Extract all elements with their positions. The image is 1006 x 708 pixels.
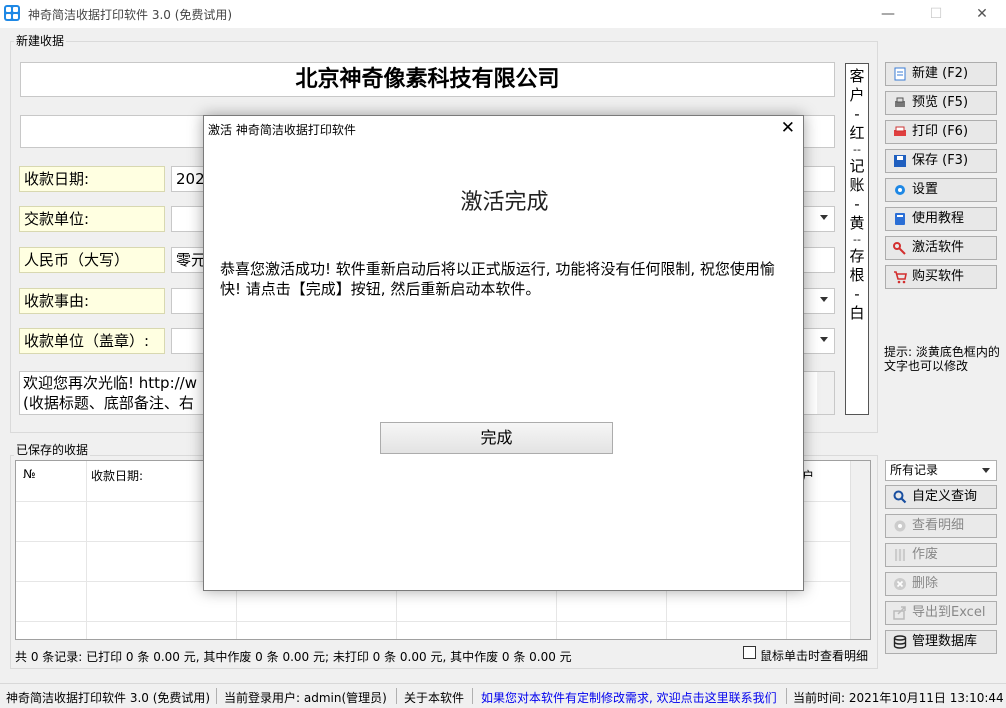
payer-label[interactable]: 交款单位: [19, 206, 165, 232]
strip-char: 根 [849, 266, 865, 284]
delete-label: 删除 [912, 576, 939, 591]
preview-icon [895, 97, 905, 107]
floppy-disk-icon [894, 155, 906, 167]
tutorial-button[interactable]: 使用教程 [885, 207, 997, 231]
status-bar: 神奇简洁收据打印软件 3.0 (免费试用) 当前登录用户: admin(管理员)… [0, 683, 1006, 708]
new-receipt-group-label: 新建收据 [14, 32, 67, 49]
new-document-icon [894, 67, 906, 81]
custom-query-label: 自定义查询 [912, 489, 978, 504]
dialog-close-icon[interactable]: ✕ [781, 119, 795, 137]
strip-char: 户 [849, 86, 865, 104]
gear-icon [895, 185, 905, 195]
records-filter-select[interactable]: 所有记录 [885, 460, 997, 481]
export-excel-button[interactable]: 导出到Excel [885, 601, 997, 625]
copy-type-strip: 客户 - 红 -- 记账 - 黄 -- 存根 - 白 [845, 63, 869, 415]
strip-char: -- [853, 233, 861, 246]
receiver-label[interactable]: 收款单位（盖章）: [19, 328, 165, 354]
export-excel-label: 导出到Excel [912, 605, 986, 620]
strip-char: 存 [849, 247, 865, 265]
window-title: 神奇简洁收据打印软件 3.0 (免费试用) [28, 8, 233, 22]
save-button[interactable]: 保存 (F3) [885, 149, 997, 173]
delete-button[interactable]: 删除 [885, 572, 997, 596]
chevron-down-icon [820, 297, 828, 302]
manage-database-button[interactable]: 管理数据库 [885, 630, 997, 654]
void-label: 作废 [912, 547, 939, 562]
click-view-checkbox[interactable] [743, 646, 756, 659]
activate-button[interactable]: 激活软件 [885, 236, 997, 260]
strip-char: 红 [849, 124, 865, 142]
dialog-message: 恭喜您激活成功! 软件重新启动后将以正式版运行, 功能将没有任何限制, 祝您使用… [220, 260, 775, 298]
print-button[interactable]: 打印 (F6) [885, 120, 997, 144]
database-icon [893, 635, 907, 649]
activate-button-label: 激活软件 [912, 240, 965, 255]
status-user: 当前登录用户: admin(管理员) [224, 691, 387, 705]
settings-button-label: 设置 [912, 182, 939, 197]
about-link[interactable]: 关于本软件 [404, 689, 464, 706]
hint-text: 提示: 淡黄底色框内的文字也可以修改 [884, 345, 1000, 373]
strip-char: -- [853, 143, 861, 156]
note-scrollbar[interactable] [817, 372, 834, 414]
chevron-down-icon [820, 337, 828, 342]
done-button[interactable]: 完成 [380, 422, 613, 454]
app-icon [4, 5, 20, 21]
rmb-label[interactable]: 人民币（大写） [19, 247, 165, 273]
date-label[interactable]: 收款日期: [19, 166, 165, 192]
minimize-button[interactable]: — [873, 4, 903, 24]
strip-char: 记 [849, 157, 865, 175]
chevron-down-icon [820, 215, 828, 220]
custom-query-button[interactable]: 自定义查询 [885, 485, 997, 509]
print-button-label: 打印 (F6) [912, 124, 969, 139]
strip-char: 白 [849, 304, 865, 322]
saved-receipts-group-label: 已保存的收据 [14, 441, 91, 458]
click-view-label[interactable]: 鼠标单击时查看明细 [760, 647, 868, 664]
void-icon [895, 549, 905, 561]
preview-button-label: 预览 (F5) [912, 95, 969, 110]
view-detail-label: 查看明细 [912, 518, 965, 533]
manage-database-label: 管理数据库 [912, 634, 978, 649]
delete-icon [894, 578, 906, 590]
buy-button[interactable]: 购买软件 [885, 265, 997, 289]
new-button[interactable]: 新建 (F2) [885, 62, 997, 86]
status-app-name: 神奇简洁收据打印软件 3.0 (免费试用) [6, 691, 211, 705]
activation-dialog: 激活 神奇简洁收据打印软件 ✕ 激活完成 恭喜您激活成功! 软件重新启动后将以正… [203, 115, 804, 591]
strip-char: 账 [849, 176, 865, 194]
shopping-cart-icon [894, 271, 907, 284]
column-header-date[interactable]: 收款日期: [91, 467, 143, 484]
records-filter-value: 所有记录 [890, 463, 939, 477]
new-button-label: 新建 (F2) [912, 66, 969, 81]
settings-button[interactable]: 设置 [885, 178, 997, 202]
strip-char: 客 [849, 67, 865, 85]
preview-button[interactable]: 预览 (F5) [885, 91, 997, 115]
view-icon [894, 520, 906, 532]
book-icon [895, 213, 905, 225]
strip-char: - [854, 285, 860, 303]
contact-link[interactable]: 如果您对本软件有定制修改需求, 欢迎点击这里联系我们 [481, 689, 777, 706]
strip-char: - [854, 105, 860, 123]
key-icon [893, 242, 906, 255]
table-scrollbar[interactable] [850, 461, 870, 639]
search-icon [893, 490, 907, 504]
view-detail-button[interactable]: 查看明细 [885, 514, 997, 538]
print-icon [894, 126, 906, 136]
export-icon [893, 606, 906, 620]
status-time: 当前时间: 2021年10月11日 13:10:44 [793, 691, 1004, 705]
maximize-button[interactable]: ☐ [921, 4, 951, 24]
dialog-heading: 激活完成 [460, 190, 549, 215]
buy-button-label: 购买软件 [912, 269, 965, 284]
dialog-title: 激活 神奇简洁收据打印软件 [208, 123, 356, 137]
void-button[interactable]: 作废 [885, 543, 997, 567]
reason-label[interactable]: 收款事由: [19, 288, 165, 314]
tutorial-button-label: 使用教程 [912, 211, 965, 226]
save-button-label: 保存 (F3) [912, 153, 969, 168]
close-button[interactable]: ✕ [967, 4, 997, 24]
company-title-field[interactable]: 北京神奇像素科技有限公司 [20, 62, 835, 97]
title-bar: 神奇简洁收据打印软件 3.0 (免费试用) — ☐ ✕ [0, 0, 1006, 28]
strip-char: 黄 [849, 214, 865, 232]
strip-char: - [854, 195, 860, 213]
records-summary: 共 0 条记录: 已打印 0 条 0.00 元, 其中作废 0 条 0.00 元… [15, 650, 572, 664]
chevron-down-icon [982, 468, 990, 473]
column-header-no[interactable]: № [23, 467, 35, 481]
